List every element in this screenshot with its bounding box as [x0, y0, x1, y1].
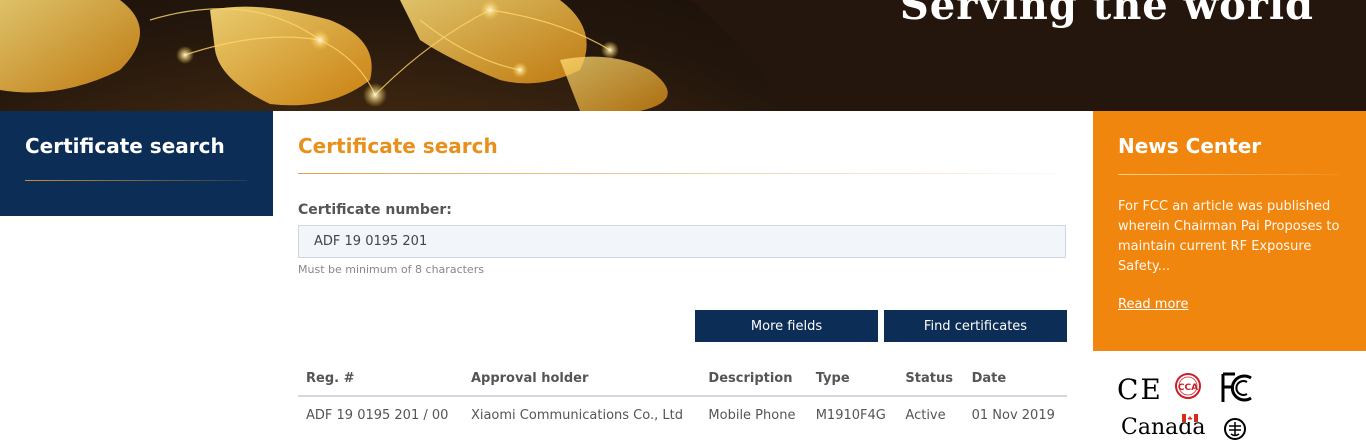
cell-reg: ADF 19 0195 201 / 00: [306, 407, 449, 423]
column-header-status[interactable]: Status: [897, 361, 964, 397]
cell-description: Mobile Phone: [708, 407, 796, 423]
column-header-description[interactable]: Description: [700, 361, 808, 397]
page-title: Certificate search: [298, 134, 498, 158]
read-more-link[interactable]: Read more: [1118, 297, 1188, 312]
news-divider: [1118, 174, 1340, 175]
news-body: For FCC an article was published wherein…: [1118, 199, 1340, 274]
canada-flag-icon: [1182, 414, 1198, 422]
sidebar-panel: Certificate search: [0, 111, 273, 216]
ce-mark-icon: CE: [1117, 373, 1163, 406]
ccc-mark-text: CCA: [1178, 383, 1198, 393]
cell-approval-holder: Xiaomi Communications Co., Ltd: [470, 407, 683, 423]
table-row[interactable]: ADF 19 0195 201 / 00 Xiaomi Communicatio…: [298, 396, 1067, 433]
fcc-mark-icon: [1221, 372, 1252, 402]
cell-date: 01 Nov 2019: [971, 407, 1055, 423]
news-panel: News Center For FCC an article was publi…: [1093, 111, 1366, 351]
search-form: Certificate search Certificate number: M…: [273, 111, 1093, 445]
cell-type: M1910F4G: [815, 407, 886, 423]
column-header-approval-holder[interactable]: Approval holder: [462, 361, 701, 397]
find-certificates-button[interactable]: Find certificates: [884, 310, 1067, 342]
results-table: Reg. # Approval holder Description Type …: [298, 361, 1067, 433]
telecom-mark-icon: [1224, 418, 1246, 440]
cell-status: Active: [905, 407, 946, 423]
more-fields-button[interactable]: More fields: [695, 310, 878, 342]
hero-tagline: Serving the world: [899, 0, 1314, 29]
column-header-date[interactable]: Date: [963, 361, 1067, 397]
ccc-mark-icon: CCA: [1175, 373, 1201, 399]
certificate-number-input[interactable]: [298, 225, 1066, 258]
certificate-number-hint: Must be minimum of 8 characters: [298, 263, 484, 276]
hero-banner: Serving the world: [0, 0, 1366, 111]
certificate-number-label: Certificate number:: [298, 202, 452, 218]
sidebar-title: Certificate search: [25, 134, 225, 158]
table-header-row: Reg. # Approval holder Description Type …: [298, 361, 1067, 397]
title-divider: [298, 173, 1058, 174]
column-header-type[interactable]: Type: [807, 361, 898, 397]
sidebar-divider: [25, 180, 247, 181]
certification-logos: CE CCA Canada: [1093, 351, 1366, 445]
column-header-reg[interactable]: Reg. #: [298, 361, 463, 397]
news-title: News Center: [1118, 134, 1262, 158]
